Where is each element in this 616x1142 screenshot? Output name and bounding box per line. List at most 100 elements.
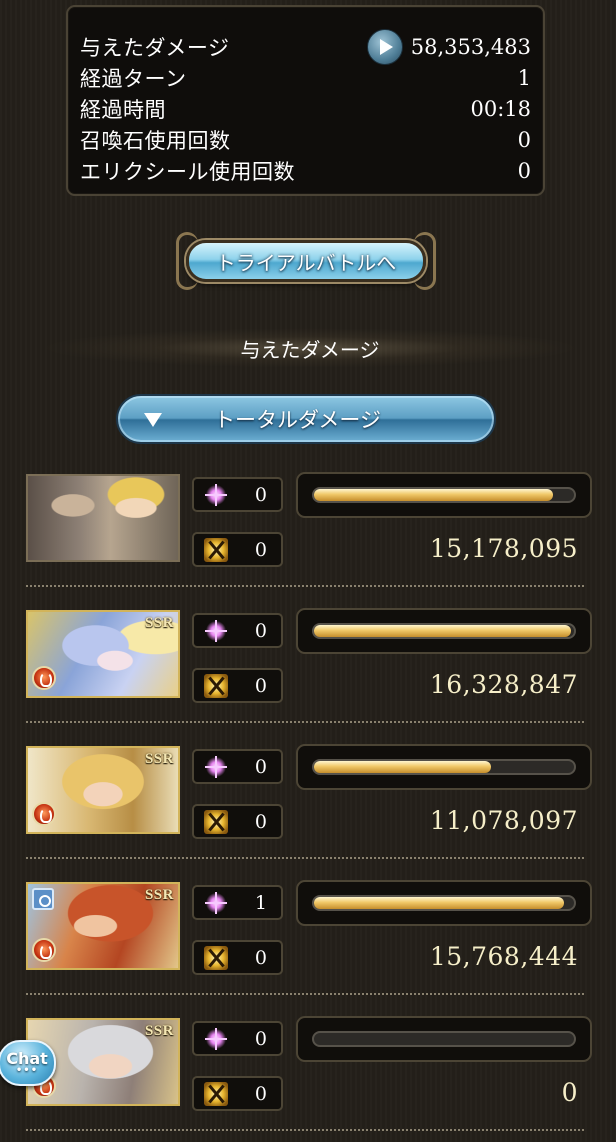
character-row: SSR 0 0 11,078,097: [0, 744, 616, 880]
charge-attack-icon: [204, 674, 228, 698]
damage-bar-box: [296, 880, 592, 926]
skill-count: 0: [254, 755, 267, 778]
summary-row-damage: 与えたダメージ 58,353,483: [80, 28, 531, 65]
skill-count-box: 1: [192, 885, 283, 920]
charge-attack-icon: [204, 538, 228, 562]
rarity-badge: SSR: [144, 615, 174, 631]
summary-label: 召喚石使用回数: [80, 128, 231, 153]
character-portrait[interactable]: SSR: [26, 882, 180, 970]
rarity-badge: SSR: [144, 751, 174, 767]
summary-row-time: 経過時間 00:18: [80, 93, 531, 124]
damage-value: 11,078,097: [429, 806, 578, 835]
section-heading: 与えたダメージ: [40, 328, 580, 368]
summary-value: 0: [517, 127, 531, 152]
summary-row-turns: 経過ターン 1: [80, 62, 531, 93]
damage-bar-track: [312, 759, 576, 775]
damage-bar-fill: [314, 897, 564, 909]
skill-count-box: 0: [192, 477, 283, 512]
sparkle-icon: [204, 619, 228, 643]
trial-battle-label: トライアルバトルへ: [215, 250, 397, 275]
summary-value-wrap: 58,353,483: [366, 28, 531, 65]
rarity-badge: SSR: [144, 1023, 174, 1039]
damage-bar-track: [312, 623, 576, 639]
character-row: SSR 1 0 15,768,444: [0, 880, 616, 1016]
damage-value: 15,768,444: [429, 942, 578, 971]
sparkle-icon: [204, 483, 228, 507]
character-row: SSR 0 0 16,328,847: [0, 608, 616, 744]
damage-bar-box: [296, 608, 592, 654]
summary-value: 58,353,483: [410, 34, 531, 59]
character-portrait[interactable]: [26, 474, 180, 562]
row-divider: [26, 585, 584, 587]
charge-attack-icon: [204, 946, 228, 970]
row-divider: [26, 993, 584, 995]
trial-battle-button[interactable]: トライアルバトルへ: [172, 226, 440, 296]
ca-count: 0: [254, 946, 267, 969]
summary-label: エリクシール使用回数: [80, 159, 295, 184]
character-row: 0 0 15,178,095: [0, 472, 616, 608]
play-icon[interactable]: [366, 28, 403, 65]
character-row: SSR 0 0 0: [0, 1016, 616, 1142]
ca-count: 0: [254, 674, 267, 697]
result-screen: 与えたダメージ 58,353,483 経過ターン 1 経過時間 00:18 召喚…: [0, 0, 616, 1142]
character-portrait[interactable]: SSR: [26, 746, 180, 834]
chat-button[interactable]: Chat •••: [0, 1040, 56, 1086]
summary-value: 0: [517, 158, 531, 183]
sparkle-icon: [204, 891, 228, 915]
damage-bar-track: [312, 895, 576, 911]
rarity-badge: SSR: [144, 887, 174, 903]
damage-type-dropdown[interactable]: トータルダメージ: [116, 394, 496, 444]
summary-label: 経過ターン: [80, 66, 187, 91]
damage-value: 0: [561, 1078, 578, 1107]
portrait-image: [28, 476, 178, 560]
charge-attack-icon: [204, 810, 228, 834]
damage-value: 15,178,095: [429, 534, 578, 563]
ca-count-box: 0: [192, 940, 283, 975]
section-title: 与えたダメージ: [240, 337, 380, 362]
damage-bar-box: [296, 472, 592, 518]
summary-label: 与えたダメージ: [80, 35, 230, 60]
summary-value: 00:18: [470, 96, 531, 121]
damage-bar-box: [296, 1016, 592, 1062]
summary-row-elixirs: エリクシール使用回数 0: [80, 155, 531, 186]
damage-bar-fill: [314, 761, 491, 773]
skill-count-box: 0: [192, 1021, 283, 1056]
ca-count-box: 0: [192, 668, 283, 703]
damage-bar-box: [296, 744, 592, 790]
summary-value: 1: [517, 65, 531, 90]
dropdown-label: トータルダメージ: [214, 408, 381, 432]
character-portrait[interactable]: SSR: [26, 610, 180, 698]
skill-count-box: 0: [192, 749, 283, 784]
skill-count: 1: [254, 891, 267, 914]
skill-count: 0: [254, 619, 267, 642]
skill-count: 0: [254, 1027, 267, 1050]
ca-count-box: 0: [192, 804, 283, 839]
damage-value: 16,328,847: [429, 670, 578, 699]
skill-count-box: 0: [192, 613, 283, 648]
ca-count: 0: [254, 810, 267, 833]
skill-count: 0: [254, 483, 267, 506]
summary-label: 経過時間: [80, 97, 166, 122]
damage-bar-track: [312, 1031, 576, 1047]
ca-count-box: 0: [192, 1076, 283, 1111]
damage-bar-fill: [314, 489, 554, 501]
sparkle-icon: [204, 1027, 228, 1051]
triangle-down-icon: [144, 413, 162, 427]
ring-icon: [32, 888, 54, 910]
row-divider: [26, 1129, 584, 1131]
charge-attack-icon: [204, 1082, 228, 1106]
ca-count: 0: [254, 1082, 267, 1105]
row-divider: [26, 721, 584, 723]
row-divider: [26, 857, 584, 859]
fire-element-icon: [32, 666, 56, 690]
fire-element-icon: [32, 802, 56, 826]
fire-element-icon: [32, 938, 56, 962]
battle-summary-panel: 与えたダメージ 58,353,483 経過ターン 1 経過時間 00:18 召喚…: [66, 5, 545, 196]
summary-row-summons: 召喚石使用回数 0: [80, 124, 531, 155]
ca-count-box: 0: [192, 532, 283, 567]
chat-dots: •••: [15, 1065, 39, 1076]
sparkle-icon: [204, 755, 228, 779]
damage-bar-track: [312, 487, 576, 503]
ca-count: 0: [254, 538, 267, 561]
damage-bar-fill: [314, 625, 572, 637]
